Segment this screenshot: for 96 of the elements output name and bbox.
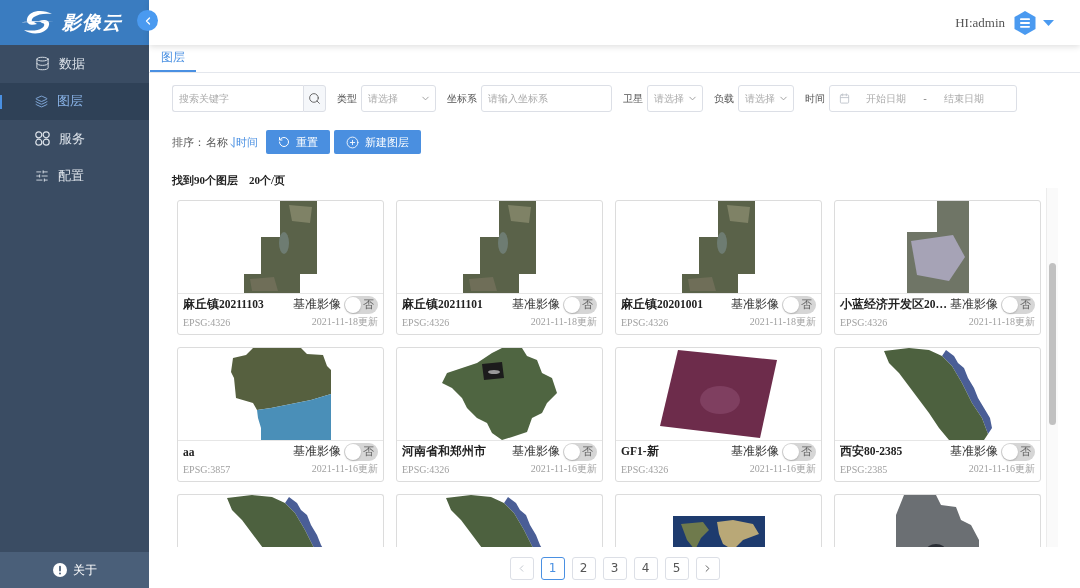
- field-label: 负载: [714, 91, 734, 106]
- layer-card[interactable]: 小蓝经济开发区20… 基准影像 否 EPSG:4326 2021-11-18更新: [834, 200, 1041, 335]
- updated-date: 2021-11-18更新: [749, 315, 816, 329]
- layer-card[interactable]: 麻丘镇20211101 基准影像 否 EPSG:4326 2021-11-18更新: [396, 200, 603, 335]
- layer-card[interactable]: aa 基准影像 否 EPSG:3857 2021-11-16更新: [177, 347, 384, 482]
- layer-card[interactable]: 麻丘镇20211103 基准影像 否 EPSG:4326 2021-11-18更新: [177, 200, 384, 335]
- layer-card[interactable]: 河南省和郑州市 基准影像 否 EPSG:4326 2021-11-16更新: [396, 347, 603, 482]
- updated-date: 2021-11-16更新: [311, 462, 378, 476]
- exclamation-icon: [52, 563, 67, 577]
- epsg-code: EPSG:4326: [183, 316, 231, 328]
- result-count: 找到90个图层: [172, 173, 238, 188]
- user-name: HI:admin: [955, 14, 1005, 31]
- page-size: 20个/页: [249, 173, 286, 188]
- nav-item[interactable]: 配置: [0, 157, 149, 195]
- calendar-icon: [839, 93, 850, 104]
- page-button[interactable]: 4: [633, 556, 658, 580]
- epsg-code: EPSG:4326: [840, 316, 888, 328]
- input-field[interactable]: 请输入坐标系: [481, 85, 612, 112]
- sliders-icon: [35, 169, 49, 184]
- field-label: 类型: [337, 91, 357, 106]
- start-date-input[interactable]: 开始日期: [853, 88, 919, 109]
- field-label: 时间: [805, 91, 825, 106]
- base-image-label: 基准影像: [293, 297, 341, 312]
- page-button[interactable]: 5: [664, 556, 689, 580]
- caret-icon[interactable]: [1043, 19, 1054, 26]
- base-image-label: 基准影像: [950, 297, 998, 312]
- updated-date: 2021-11-18更新: [311, 315, 378, 329]
- end-date-input[interactable]: 结束日期: [931, 88, 997, 109]
- about-button[interactable]: 关于: [0, 552, 149, 588]
- layer-name: aa: [183, 445, 195, 458]
- layer-card[interactable]: [177, 494, 384, 547]
- epsg-code: EPSG:4326: [402, 463, 450, 475]
- sort-option[interactable]: 名称: [205, 134, 229, 150]
- nav-item[interactable]: 图层: [0, 82, 149, 120]
- epsg-code: EPSG:3857: [183, 463, 231, 475]
- page-button[interactable]: 1: [540, 556, 565, 580]
- select-field[interactable]: 请选择: [738, 85, 794, 112]
- toggle-switch[interactable]: 否: [782, 295, 816, 314]
- scrollbar[interactable]: [1046, 188, 1058, 547]
- hexagon-menu-icon[interactable]: [1014, 10, 1036, 35]
- logo-text: 影像云: [62, 9, 122, 35]
- toggle-switch[interactable]: 否: [782, 442, 816, 461]
- layer-card[interactable]: GF1-新 基准影像 否 EPSG:4326 2021-11-16更新: [615, 347, 822, 482]
- base-image-label: 基准影像: [293, 444, 341, 459]
- toggle-switch[interactable]: 否: [344, 442, 378, 461]
- tab[interactable]: 图层: [150, 45, 196, 72]
- four-circles-icon: [35, 131, 50, 147]
- base-image-label: 基准影像: [731, 297, 779, 312]
- select-field[interactable]: 请选择: [647, 85, 703, 112]
- layer-name: 河南省和郑州市: [402, 444, 486, 459]
- updated-date: 2021-11-18更新: [530, 315, 597, 329]
- plus-circle-icon: [346, 135, 359, 149]
- select-field[interactable]: 请选择: [361, 85, 436, 112]
- field-label: 卫星: [623, 91, 643, 106]
- base-image-label: 基准影像: [950, 444, 998, 459]
- toggle-switch[interactable]: 否: [563, 442, 597, 461]
- layer-name: 西安80-2385: [840, 444, 903, 459]
- updated-date: 2021-11-16更新: [749, 462, 816, 476]
- updated-date: 2021-11-16更新: [530, 462, 597, 476]
- base-image-label: 基准影像: [512, 444, 560, 459]
- circular-arrow-icon: [278, 136, 290, 148]
- page-button[interactable]: 2: [571, 556, 596, 580]
- date-range-field[interactable]: 开始日期 - 结束日期: [829, 85, 1017, 112]
- layer-card[interactable]: 西安80-2385 基准影像 否 EPSG:2385 2021-11-16更新: [834, 347, 1041, 482]
- database-icon: [35, 56, 50, 72]
- epsg-code: EPSG:4326: [621, 316, 669, 328]
- layer-name: GF1-新: [621, 444, 659, 459]
- search-field[interactable]: 搜索关键字: [172, 85, 303, 112]
- epsg-code: EPSG:4326: [621, 463, 669, 475]
- layer-card[interactable]: [396, 494, 603, 547]
- updated-date: 2021-11-18更新: [968, 315, 1035, 329]
- sort-option[interactable]: 时间: [229, 134, 259, 150]
- field-label: 坐标系: [447, 91, 477, 106]
- base-image-label: 基准影像: [512, 297, 560, 312]
- sort-label: 排序：: [172, 134, 205, 150]
- layers-icon: [35, 94, 48, 108]
- search-icon: [308, 92, 321, 105]
- layer-name: 麻丘镇20211101: [402, 297, 483, 312]
- base-image-label: 基准影像: [731, 444, 779, 459]
- search-button[interactable]: [303, 85, 326, 112]
- layer-name: 麻丘镇20201001: [621, 297, 703, 312]
- toggle-switch[interactable]: 否: [1001, 442, 1035, 461]
- toggle-switch[interactable]: 否: [1001, 295, 1035, 314]
- layer-name: 麻丘镇20211103: [183, 297, 264, 312]
- toggle-switch[interactable]: 否: [344, 295, 378, 314]
- epsg-code: EPSG:2385: [840, 463, 888, 475]
- toggle-switch[interactable]: 否: [563, 295, 597, 314]
- epsg-code: EPSG:4326: [402, 316, 450, 328]
- nav-item[interactable]: 服务: [0, 120, 149, 158]
- layer-card[interactable]: [834, 494, 1041, 547]
- layer-name: 小蓝经济开发区20…: [840, 297, 947, 312]
- layer-card[interactable]: [615, 494, 822, 547]
- nav-item[interactable]: 数据: [0, 45, 149, 83]
- layer-card[interactable]: 麻丘镇20201001 基准影像 否 EPSG:4326 2021-11-18更新: [615, 200, 822, 335]
- page-button[interactable]: 3: [602, 556, 627, 580]
- updated-date: 2021-11-16更新: [968, 462, 1035, 476]
